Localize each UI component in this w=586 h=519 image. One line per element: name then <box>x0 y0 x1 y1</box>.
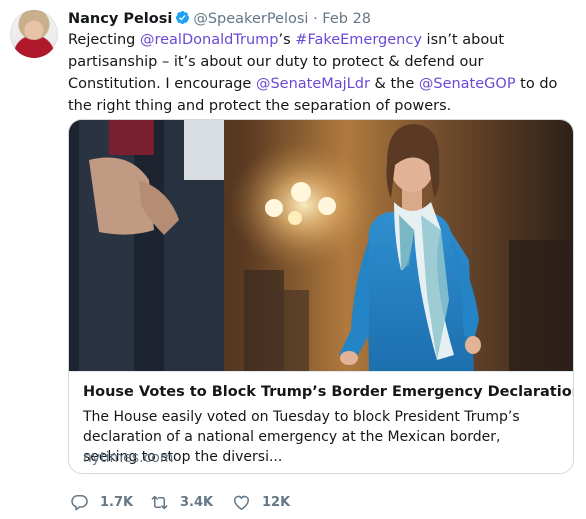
card-image[interactable] <box>69 120 573 371</box>
tweet-text-segment: ’s <box>278 32 296 48</box>
author-handle[interactable]: @SpeakerPelosi <box>193 11 308 27</box>
retweet-icon <box>151 495 168 510</box>
header-separator: · <box>313 11 318 27</box>
card-title[interactable]: House Votes to Block Trump’s Border Emer… <box>83 384 573 400</box>
retweet-count: 3.4K <box>180 495 214 510</box>
card-body[interactable]: House Votes to Block Trump’s Border Emer… <box>69 371 573 473</box>
tweet-text-segment: Rejecting <box>68 32 140 48</box>
mention-senatemajldr-link[interactable]: @SenateMajLdr <box>256 76 370 92</box>
retweet-button[interactable]: 3.4K <box>150 493 213 512</box>
author-name[interactable]: Nancy Pelosi <box>68 11 172 27</box>
tweet-text-segment: & the <box>369 76 419 92</box>
like-button[interactable]: 12K <box>232 493 290 512</box>
like-count: 12K <box>262 495 291 510</box>
tweet-header: Nancy Pelosi @SpeakerPelosi · Feb 28 <box>68 9 371 29</box>
mention-realdonaldtrump-link[interactable]: @realDonaldTrump <box>140 32 279 48</box>
heart-icon <box>234 495 249 510</box>
mention-senategop-link[interactable]: @SenateGOP <box>419 76 516 92</box>
reply-count: 1.7K <box>100 495 134 510</box>
reply-icon <box>71 495 88 511</box>
card-domain: nytimes.com <box>83 450 174 466</box>
tweet-text: Rejecting @realDonaldTrump’s #FakeEmerge… <box>68 29 568 117</box>
author-avatar[interactable] <box>10 10 58 58</box>
verified-badge-icon <box>176 10 190 25</box>
link-preview-card[interactable]: House Votes to Block Trump’s Border Emer… <box>68 119 574 474</box>
hashtag-fakeemergency-link[interactable]: #FakeEmergency <box>295 32 422 48</box>
tweet-date[interactable]: Feb 28 <box>322 11 371 27</box>
reply-button[interactable]: 1.7K <box>70 493 133 512</box>
